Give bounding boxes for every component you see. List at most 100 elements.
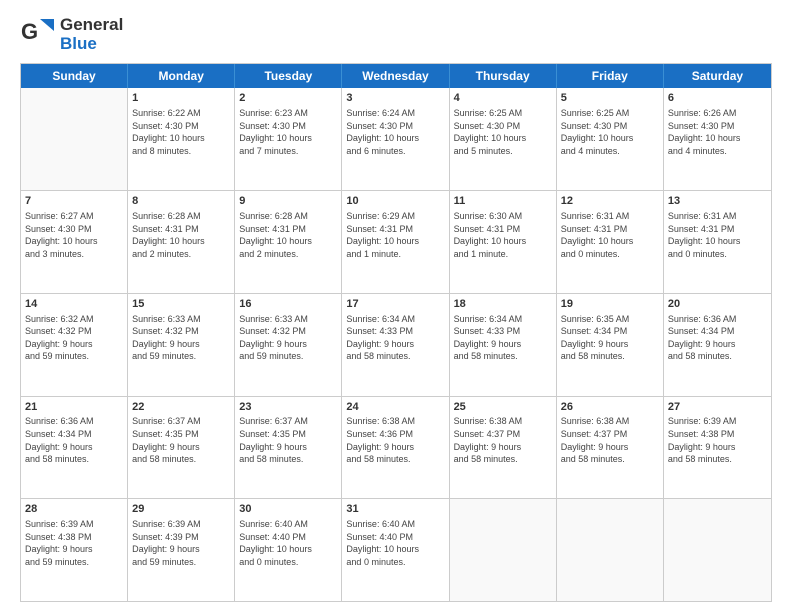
day-info: Sunrise: 6:36 AM Sunset: 4:34 PM Dayligh… [25,415,123,465]
day-number: 15 [132,297,230,312]
day-info: Sunrise: 6:33 AM Sunset: 4:32 PM Dayligh… [132,313,230,363]
day-number: 11 [454,194,552,209]
day-number: 8 [132,194,230,209]
day-number: 28 [25,502,123,517]
day-number: 5 [561,91,659,106]
day-number: 7 [25,194,123,209]
day-info: Sunrise: 6:38 AM Sunset: 4:36 PM Dayligh… [346,415,444,465]
calendar-cell: 10Sunrise: 6:29 AM Sunset: 4:31 PM Dayli… [342,191,449,293]
day-number: 6 [668,91,767,106]
calendar-cell [557,499,664,601]
logo: G General Blue [20,16,123,53]
calendar-cell: 20Sunrise: 6:36 AM Sunset: 4:34 PM Dayli… [664,294,771,396]
day-info: Sunrise: 6:31 AM Sunset: 4:31 PM Dayligh… [561,210,659,260]
calendar-header: SundayMondayTuesdayWednesdayThursdayFrid… [21,64,771,88]
logo-text-blue: Blue [60,35,123,54]
day-info: Sunrise: 6:33 AM Sunset: 4:32 PM Dayligh… [239,313,337,363]
day-info: Sunrise: 6:27 AM Sunset: 4:30 PM Dayligh… [25,210,123,260]
day-info: Sunrise: 6:34 AM Sunset: 4:33 PM Dayligh… [454,313,552,363]
weekday-header-friday: Friday [557,64,664,88]
calendar-body: 1Sunrise: 6:22 AM Sunset: 4:30 PM Daylig… [21,88,771,601]
weekday-header-saturday: Saturday [664,64,771,88]
day-info: Sunrise: 6:32 AM Sunset: 4:32 PM Dayligh… [25,313,123,363]
day-info: Sunrise: 6:35 AM Sunset: 4:34 PM Dayligh… [561,313,659,363]
day-number: 17 [346,297,444,312]
day-number: 27 [668,400,767,415]
day-info: Sunrise: 6:28 AM Sunset: 4:31 PM Dayligh… [132,210,230,260]
day-info: Sunrise: 6:24 AM Sunset: 4:30 PM Dayligh… [346,107,444,157]
calendar: SundayMondayTuesdayWednesdayThursdayFrid… [20,63,772,602]
calendar-cell: 2Sunrise: 6:23 AM Sunset: 4:30 PM Daylig… [235,88,342,190]
calendar-cell: 26Sunrise: 6:38 AM Sunset: 4:37 PM Dayli… [557,397,664,499]
day-number: 4 [454,91,552,106]
calendar-cell [664,499,771,601]
day-number: 18 [454,297,552,312]
calendar-cell: 9Sunrise: 6:28 AM Sunset: 4:31 PM Daylig… [235,191,342,293]
calendar-cell: 28Sunrise: 6:39 AM Sunset: 4:38 PM Dayli… [21,499,128,601]
day-info: Sunrise: 6:39 AM Sunset: 4:38 PM Dayligh… [668,415,767,465]
day-info: Sunrise: 6:31 AM Sunset: 4:31 PM Dayligh… [668,210,767,260]
header: G General Blue [20,16,772,53]
calendar-cell: 13Sunrise: 6:31 AM Sunset: 4:31 PM Dayli… [664,191,771,293]
day-info: Sunrise: 6:23 AM Sunset: 4:30 PM Dayligh… [239,107,337,157]
calendar-cell: 16Sunrise: 6:33 AM Sunset: 4:32 PM Dayli… [235,294,342,396]
calendar-row-0: 1Sunrise: 6:22 AM Sunset: 4:30 PM Daylig… [21,88,771,190]
calendar-cell: 12Sunrise: 6:31 AM Sunset: 4:31 PM Dayli… [557,191,664,293]
day-info: Sunrise: 6:36 AM Sunset: 4:34 PM Dayligh… [668,313,767,363]
day-info: Sunrise: 6:30 AM Sunset: 4:31 PM Dayligh… [454,210,552,260]
weekday-header-thursday: Thursday [450,64,557,88]
svg-text:G: G [21,19,38,44]
logo-svg: G [20,17,56,53]
calendar-cell: 3Sunrise: 6:24 AM Sunset: 4:30 PM Daylig… [342,88,449,190]
day-number: 13 [668,194,767,209]
calendar-cell: 17Sunrise: 6:34 AM Sunset: 4:33 PM Dayli… [342,294,449,396]
calendar-cell: 1Sunrise: 6:22 AM Sunset: 4:30 PM Daylig… [128,88,235,190]
day-info: Sunrise: 6:38 AM Sunset: 4:37 PM Dayligh… [454,415,552,465]
day-number: 19 [561,297,659,312]
day-info: Sunrise: 6:22 AM Sunset: 4:30 PM Dayligh… [132,107,230,157]
calendar-row-2: 14Sunrise: 6:32 AM Sunset: 4:32 PM Dayli… [21,293,771,396]
calendar-cell: 19Sunrise: 6:35 AM Sunset: 4:34 PM Dayli… [557,294,664,396]
calendar-cell: 27Sunrise: 6:39 AM Sunset: 4:38 PM Dayli… [664,397,771,499]
calendar-row-1: 7Sunrise: 6:27 AM Sunset: 4:30 PM Daylig… [21,190,771,293]
calendar-cell: 11Sunrise: 6:30 AM Sunset: 4:31 PM Dayli… [450,191,557,293]
day-number: 30 [239,502,337,517]
calendar-cell: 8Sunrise: 6:28 AM Sunset: 4:31 PM Daylig… [128,191,235,293]
calendar-row-3: 21Sunrise: 6:36 AM Sunset: 4:34 PM Dayli… [21,396,771,499]
calendar-cell: 30Sunrise: 6:40 AM Sunset: 4:40 PM Dayli… [235,499,342,601]
calendar-cell: 18Sunrise: 6:34 AM Sunset: 4:33 PM Dayli… [450,294,557,396]
calendar-cell: 22Sunrise: 6:37 AM Sunset: 4:35 PM Dayli… [128,397,235,499]
day-number: 20 [668,297,767,312]
calendar-cell [21,88,128,190]
day-number: 24 [346,400,444,415]
day-info: Sunrise: 6:40 AM Sunset: 4:40 PM Dayligh… [239,518,337,568]
calendar-cell: 14Sunrise: 6:32 AM Sunset: 4:32 PM Dayli… [21,294,128,396]
calendar-cell: 4Sunrise: 6:25 AM Sunset: 4:30 PM Daylig… [450,88,557,190]
day-info: Sunrise: 6:34 AM Sunset: 4:33 PM Dayligh… [346,313,444,363]
day-number: 29 [132,502,230,517]
day-info: Sunrise: 6:28 AM Sunset: 4:31 PM Dayligh… [239,210,337,260]
calendar-cell: 15Sunrise: 6:33 AM Sunset: 4:32 PM Dayli… [128,294,235,396]
calendar-cell: 7Sunrise: 6:27 AM Sunset: 4:30 PM Daylig… [21,191,128,293]
day-info: Sunrise: 6:25 AM Sunset: 4:30 PM Dayligh… [561,107,659,157]
weekday-header-monday: Monday [128,64,235,88]
day-number: 14 [25,297,123,312]
weekday-header-wednesday: Wednesday [342,64,449,88]
day-info: Sunrise: 6:37 AM Sunset: 4:35 PM Dayligh… [132,415,230,465]
day-info: Sunrise: 6:39 AM Sunset: 4:38 PM Dayligh… [25,518,123,568]
day-number: 26 [561,400,659,415]
day-number: 10 [346,194,444,209]
logo-text-general: General [60,16,123,35]
calendar-row-4: 28Sunrise: 6:39 AM Sunset: 4:38 PM Dayli… [21,498,771,601]
day-number: 22 [132,400,230,415]
day-info: Sunrise: 6:26 AM Sunset: 4:30 PM Dayligh… [668,107,767,157]
calendar-cell: 25Sunrise: 6:38 AM Sunset: 4:37 PM Dayli… [450,397,557,499]
day-number: 12 [561,194,659,209]
calendar-cell: 23Sunrise: 6:37 AM Sunset: 4:35 PM Dayli… [235,397,342,499]
day-number: 1 [132,91,230,106]
day-info: Sunrise: 6:25 AM Sunset: 4:30 PM Dayligh… [454,107,552,157]
calendar-cell: 5Sunrise: 6:25 AM Sunset: 4:30 PM Daylig… [557,88,664,190]
day-info: Sunrise: 6:40 AM Sunset: 4:40 PM Dayligh… [346,518,444,568]
day-number: 9 [239,194,337,209]
calendar-cell: 31Sunrise: 6:40 AM Sunset: 4:40 PM Dayli… [342,499,449,601]
